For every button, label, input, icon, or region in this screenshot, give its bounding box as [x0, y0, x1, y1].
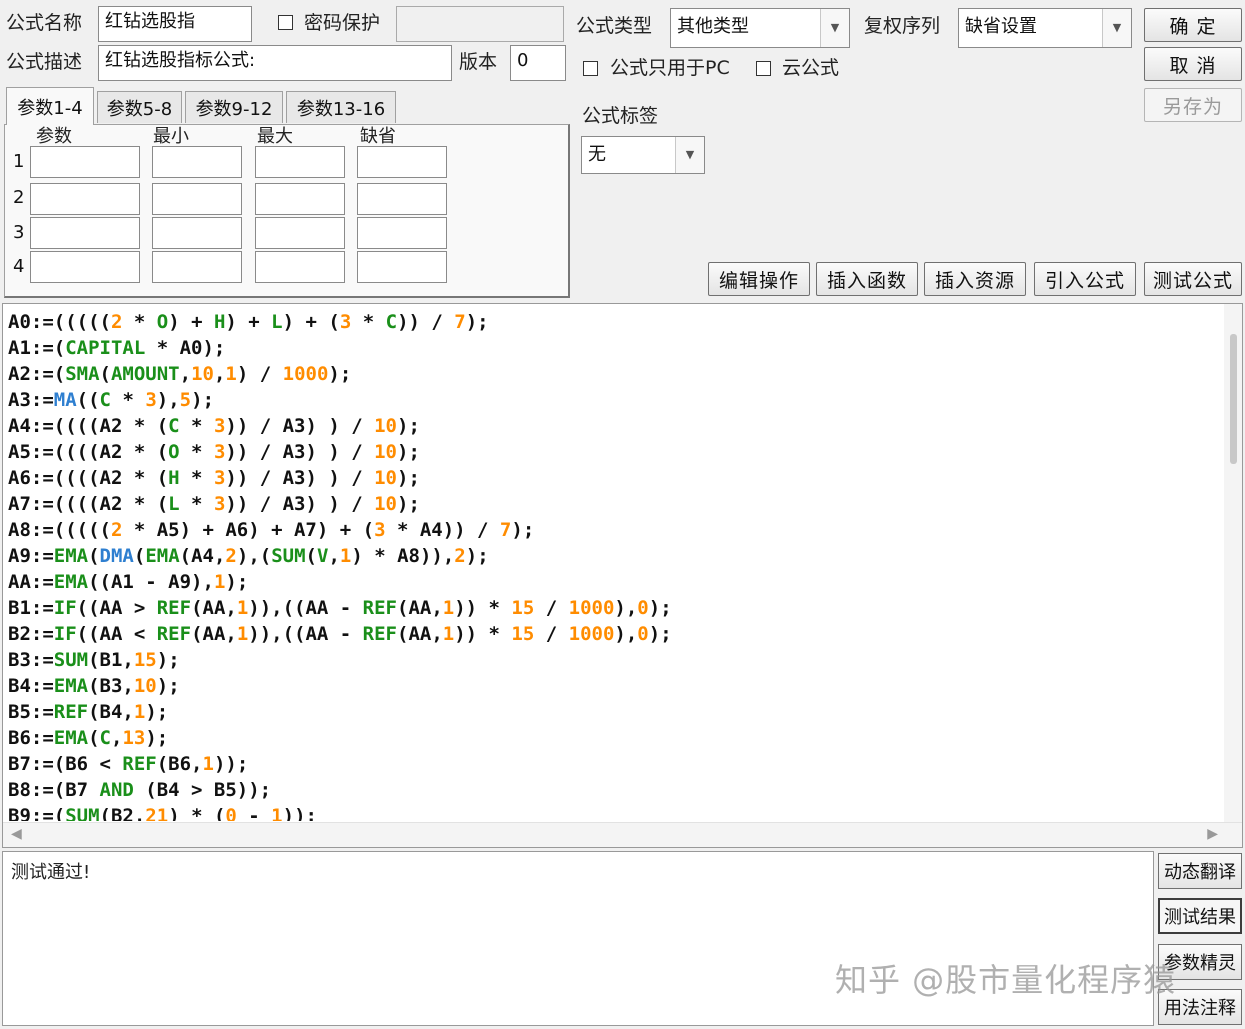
- test-result-button[interactable]: 测试结果: [1158, 898, 1242, 934]
- restore-series-value: 缺省设置: [965, 16, 1037, 37]
- code-line: A7:=((((A2 * (L * 3)) / A3) ) / 10);: [8, 493, 420, 515]
- import-formula-button[interactable]: 引入公式: [1034, 262, 1136, 296]
- code-line: A6:=((((A2 * (H * 3)) / A3) ) / 10);: [8, 467, 420, 489]
- param-min-input-1[interactable]: [152, 146, 242, 178]
- scroll-left-icon[interactable]: ◀: [11, 826, 22, 842]
- param-max-input-1[interactable]: [255, 146, 345, 178]
- formula-type-select[interactable]: 其他类型 ▼: [670, 8, 850, 48]
- horizontal-scrollbar[interactable]: ◀ ▶: [3, 822, 1242, 847]
- code-text-area[interactable]: A0:=(((((2 * O) + H) + L) + (3 * C)) / 7…: [8, 309, 1223, 821]
- min-col-header: 最小: [153, 126, 189, 147]
- formula-tag-label: 公式标签: [582, 105, 659, 127]
- param-row-number: 2: [13, 187, 25, 208]
- param-min-input-2[interactable]: [152, 183, 242, 215]
- code-line: A1:=(CAPITAL * A0);: [8, 337, 226, 359]
- param-max-input-2[interactable]: [255, 183, 345, 215]
- restore-series-select[interactable]: 缺省设置 ▼: [958, 8, 1132, 48]
- insert-resource-button[interactable]: 插入资源: [924, 262, 1026, 296]
- param-min-input-3[interactable]: [152, 217, 242, 249]
- code-line: B6:=EMA(C,13);: [8, 727, 169, 749]
- param-name-input-1[interactable]: [30, 146, 140, 178]
- save-as-button[interactable]: 另存为: [1144, 88, 1242, 122]
- vertical-scrollbar[interactable]: [1224, 304, 1242, 824]
- formula-type-label: 公式类型: [576, 15, 653, 37]
- param-name-input-3[interactable]: [30, 217, 140, 249]
- cancel-button[interactable]: 取 消: [1144, 47, 1242, 81]
- formula-name-label: 公式名称: [6, 12, 83, 34]
- code-line: A3:=MA((C * 3),5);: [8, 389, 215, 411]
- pc-only-checkbox[interactable]: [583, 61, 598, 76]
- code-line: A9:=EMA(DMA(EMA(A4,2),(SUM(V,1) * A8)),2…: [8, 545, 489, 567]
- dynamic-translate-button[interactable]: 动态翻译: [1158, 853, 1242, 889]
- param-default-input-3[interactable]: [357, 217, 447, 249]
- cloud-label: 云公式: [782, 57, 840, 79]
- password-checkbox[interactable]: [278, 15, 293, 30]
- code-line: A2:=(SMA(AMOUNT,10,1) / 1000);: [8, 363, 352, 385]
- code-line: A8:=(((((2 * A5) + A6) + A7) + (3 * A4))…: [8, 519, 535, 541]
- formula-tag-value: 无: [588, 144, 606, 165]
- param-row-number: 3: [13, 222, 25, 243]
- pc-only-label: 公式只用于PC: [610, 57, 730, 79]
- formula-desc-input[interactable]: 红钻选股指标公式:: [98, 45, 452, 81]
- formula-desc-label: 公式描述: [6, 51, 83, 73]
- param-min-input-4[interactable]: [152, 251, 242, 283]
- param-max-input-3[interactable]: [255, 217, 345, 249]
- param-row-number: 4: [13, 256, 25, 277]
- code-line: B8:=(B7 AND (B4 > B5));: [8, 779, 272, 801]
- code-line: B1:=IF((AA > REF(AA,1)),((AA - REF(AA,1)…: [8, 597, 672, 619]
- insert-function-button[interactable]: 插入函数: [816, 262, 918, 296]
- param-col-header: 参数: [36, 126, 72, 147]
- code-line: B7:=(B6 < REF(B6,1));: [8, 753, 249, 775]
- tab-params-9-12[interactable]: 参数9-12: [185, 91, 283, 123]
- code-line: A5:=((((A2 * (O * 3)) / A3) ) / 10);: [8, 441, 420, 463]
- code-line: B4:=EMA(B3,10);: [8, 675, 180, 697]
- formula-name-input[interactable]: 红钻选股指: [98, 6, 252, 42]
- test-formula-button[interactable]: 测试公式: [1144, 262, 1242, 296]
- param-row-number: 1: [13, 151, 25, 172]
- cloud-checkbox[interactable]: [756, 61, 771, 76]
- code-line: B3:=SUM(B1,15);: [8, 649, 180, 671]
- param-default-input-1[interactable]: [357, 146, 447, 178]
- param-name-input-2[interactable]: [30, 183, 140, 215]
- ok-button[interactable]: 确 定: [1144, 8, 1242, 42]
- default-col-header: 缺省: [360, 126, 396, 147]
- code-line: B9:=(SUM(B2,21) * (0 - 1));: [8, 805, 317, 821]
- scrollbar-thumb[interactable]: [1230, 334, 1237, 464]
- code-line: B5:=REF(B4,1);: [8, 701, 169, 723]
- version-input[interactable]: 0: [510, 45, 566, 81]
- tab-params-13-16[interactable]: 参数13-16: [286, 91, 396, 123]
- code-line: A4:=((((A2 * (C * 3)) / A3) ) / 10);: [8, 415, 420, 437]
- chevron-down-icon[interactable]: ▼: [675, 137, 704, 173]
- param-name-input-4[interactable]: [30, 251, 140, 283]
- formula-type-value: 其他类型: [677, 16, 749, 37]
- scroll-right-icon[interactable]: ▶: [1207, 826, 1218, 842]
- version-label: 版本: [459, 51, 498, 73]
- chevron-down-icon[interactable]: ▼: [1102, 9, 1131, 47]
- tab-params-1-4[interactable]: 参数1-4: [6, 87, 94, 125]
- param-default-input-2[interactable]: [357, 183, 447, 215]
- chevron-down-icon[interactable]: ▼: [820, 9, 849, 47]
- max-col-header: 最大: [257, 126, 293, 147]
- param-default-input-4[interactable]: [357, 251, 447, 283]
- edit-operation-button[interactable]: 编辑操作: [708, 262, 810, 296]
- tab-params-5-8[interactable]: 参数5-8: [97, 91, 182, 123]
- password-label: 密码保护: [304, 12, 381, 34]
- code-editor[interactable]: A0:=(((((2 * O) + H) + L) + (3 * C)) / 7…: [2, 303, 1243, 848]
- param-max-input-4[interactable]: [255, 251, 345, 283]
- test-output-text: 测试通过!: [11, 862, 91, 883]
- code-line: B2:=IF((AA < REF(AA,1)),((AA - REF(AA,1)…: [8, 623, 672, 645]
- code-line: A0:=(((((2 * O) + H) + L) + (3 * C)) / 7…: [8, 311, 489, 333]
- formula-tag-select[interactable]: 无 ▼: [581, 136, 705, 174]
- code-line: AA:=EMA((A1 - A9),1);: [8, 571, 249, 593]
- restore-series-label: 复权序列: [864, 15, 941, 37]
- watermark: 知乎 @股市量化程序猿: [835, 961, 1177, 999]
- password-input[interactable]: [396, 6, 564, 42]
